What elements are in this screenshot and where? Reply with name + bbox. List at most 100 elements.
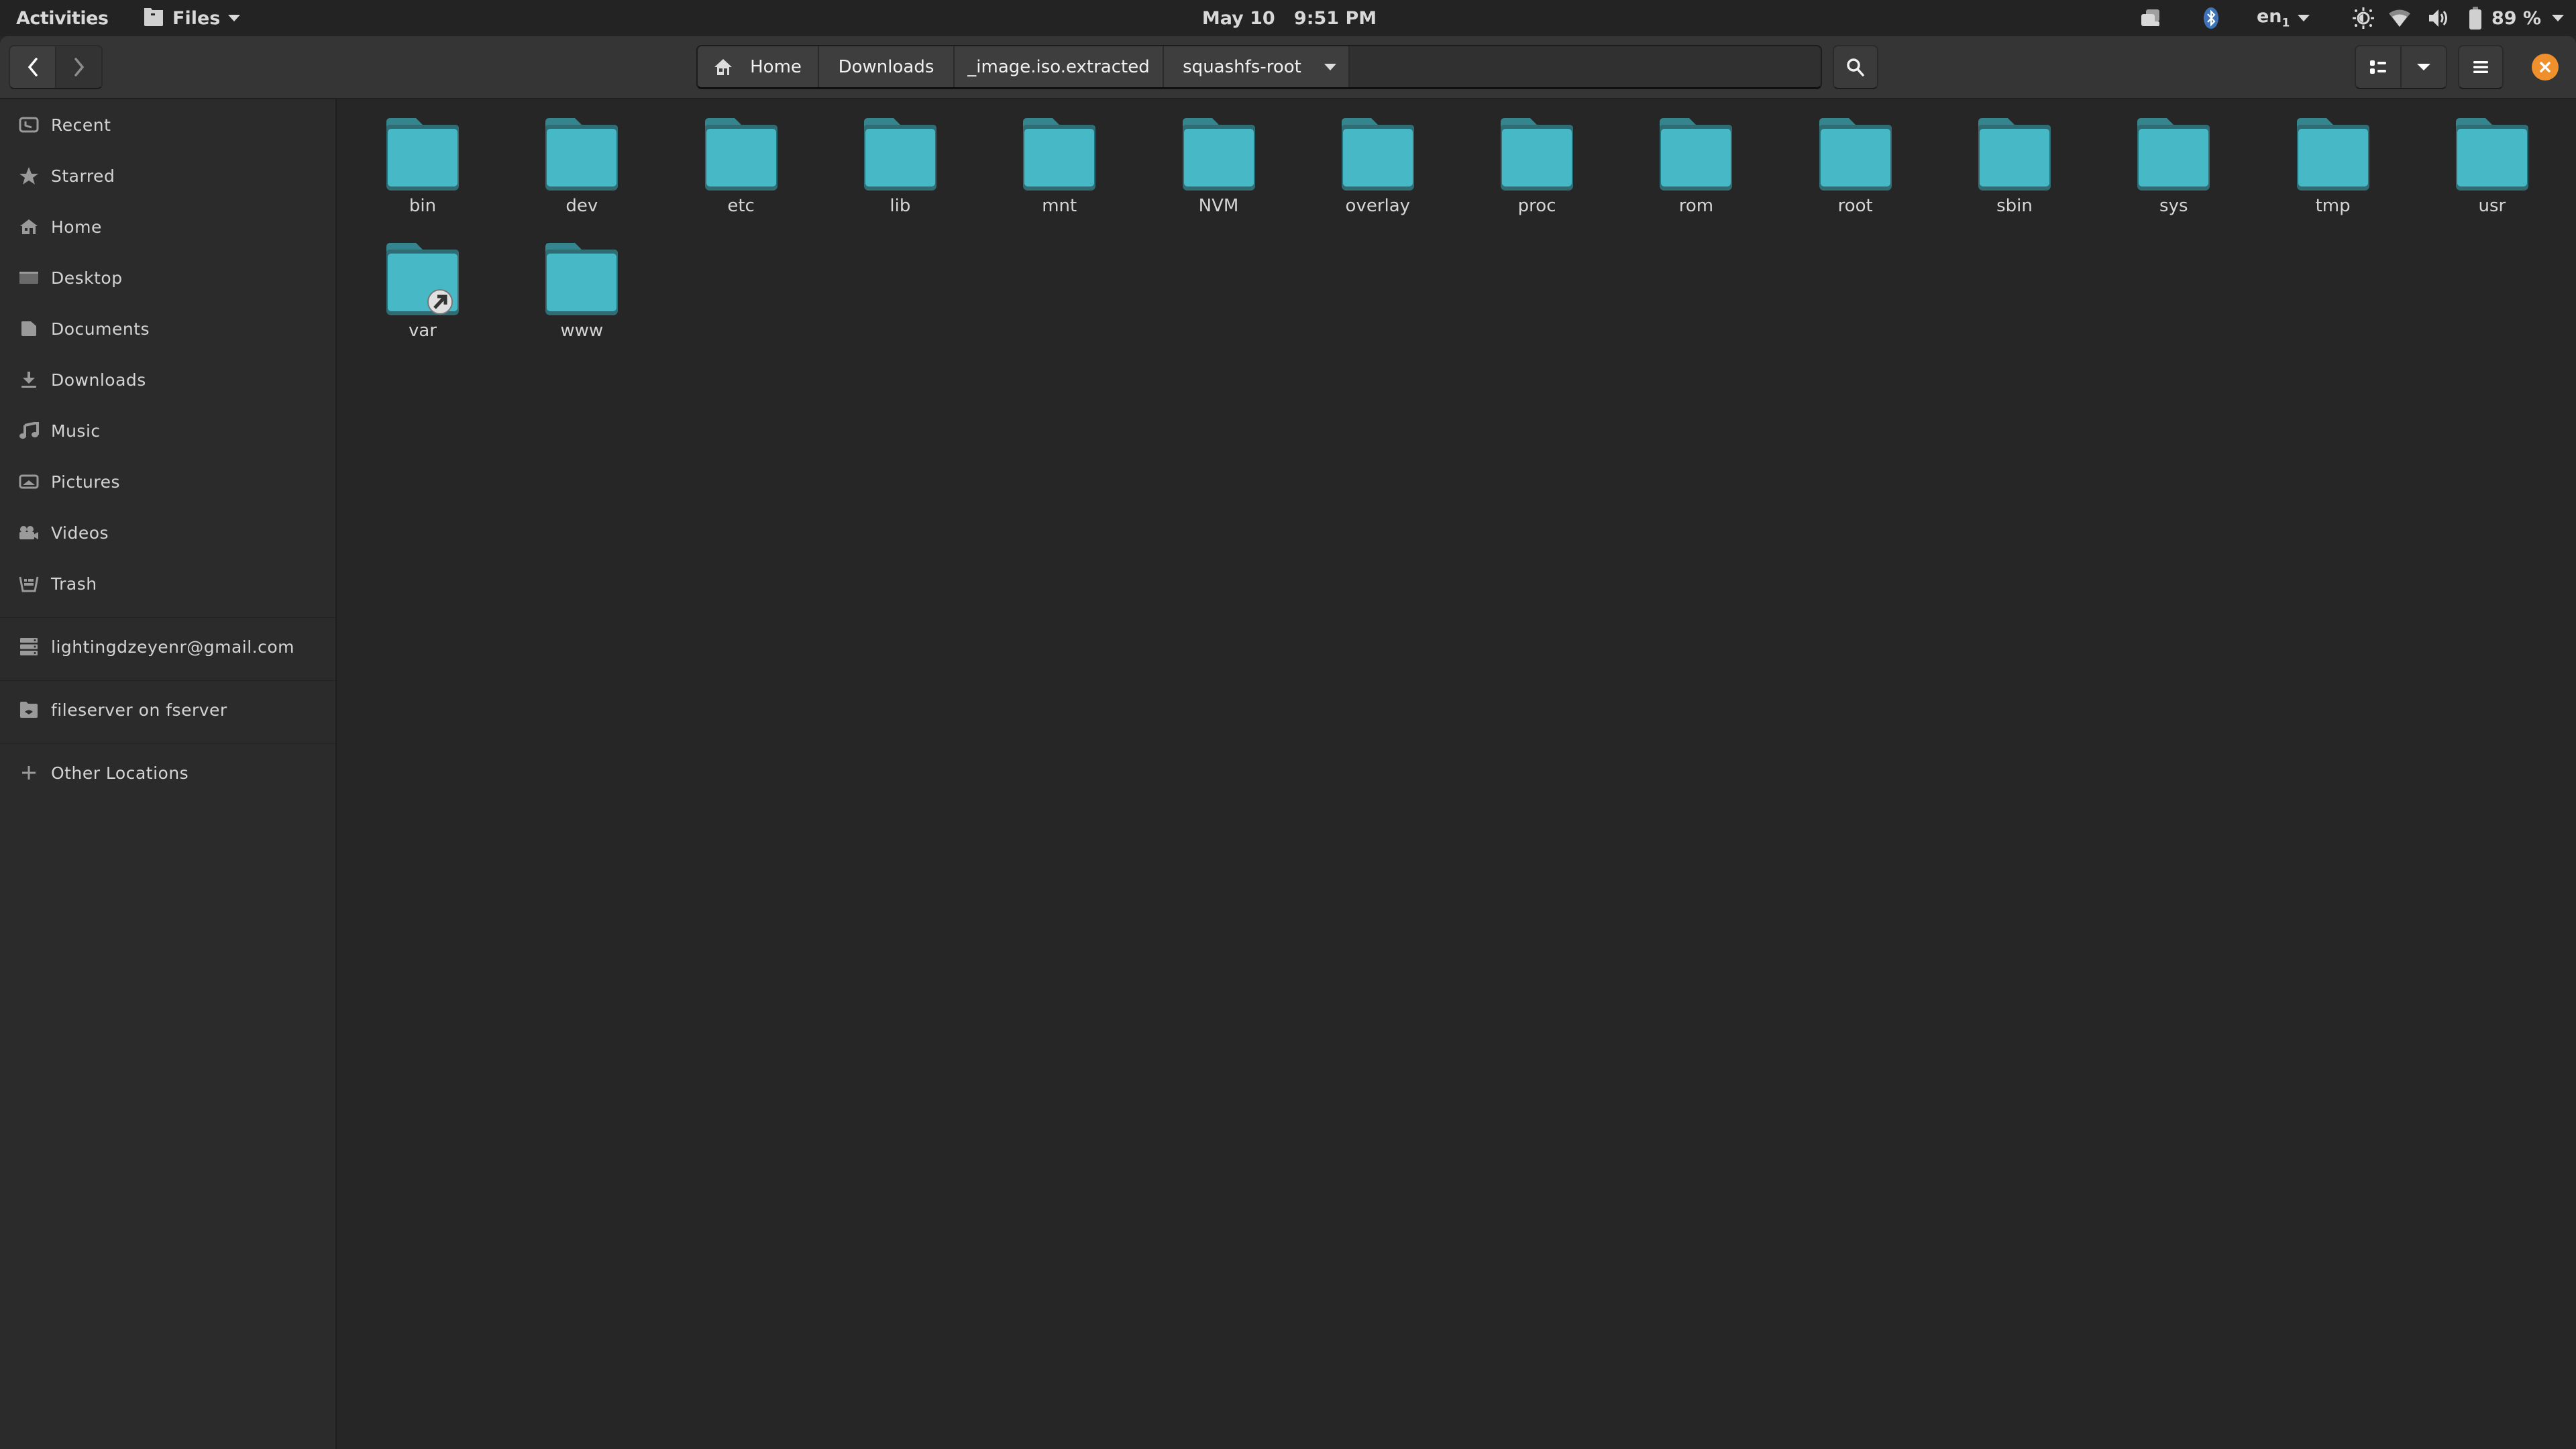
hamburger-menu-icon <box>2473 61 2488 73</box>
battery-icon[interactable] <box>2467 0 2483 36</box>
view-options-button[interactable] <box>2402 46 2446 88</box>
path-bar: Home Downloads _image.iso.extracted squa… <box>696 45 1822 89</box>
sidebar-item-label: Downloads <box>51 370 146 390</box>
star-icon <box>19 166 39 186</box>
folder-item[interactable]: etc <box>674 118 808 232</box>
forward-button[interactable] <box>56 46 101 88</box>
folder-icon <box>545 118 619 191</box>
sidebar-item-label: Pictures <box>51 472 120 492</box>
chevron-down-icon <box>2298 15 2310 21</box>
keyboard-layout-sub: 1 <box>2282 16 2290 30</box>
sidebar-item-label: Home <box>51 217 102 237</box>
sidebar-item-account[interactable]: lightingdzeyenr@gmail.com <box>0 627 335 667</box>
window-switcher-icon[interactable] <box>2139 0 2162 36</box>
chevron-down-icon <box>1324 63 1336 70</box>
folder-icon <box>1819 118 1892 191</box>
sidebar-item-label: fileserver on fserver <box>51 700 227 720</box>
sidebar-item-home[interactable]: Home <box>0 207 335 247</box>
folder-icon <box>704 118 777 191</box>
folder-icon <box>2137 118 2210 191</box>
folder-item[interactable]: sys <box>2106 118 2241 232</box>
folder-item[interactable]: www <box>515 243 649 357</box>
sidebar-item-label: Music <box>51 421 101 441</box>
activities-button[interactable]: Activities <box>16 0 109 36</box>
desktop-icon <box>19 268 39 288</box>
path-segment-label: Downloads <box>838 56 934 77</box>
sidebar-item-label: Videos <box>51 523 109 543</box>
sidebar-item-desktop[interactable]: Desktop <box>0 258 335 298</box>
main-menu-button[interactable] <box>2458 45 2504 89</box>
bluetooth-icon[interactable] <box>2202 0 2220 36</box>
folder-item[interactable]: rom <box>1629 118 1763 232</box>
path-segment-squashfs-root[interactable]: squashfs-root <box>1164 46 1350 87</box>
clock[interactable]: May 10 9:51 PM <box>1202 0 1377 36</box>
folder-icon <box>1501 118 1574 191</box>
sidebar-item-label: Other Locations <box>51 763 189 783</box>
path-segment-downloads[interactable]: Downloads <box>819 46 955 87</box>
folder-name: sbin <box>1996 196 2033 216</box>
close-window-button[interactable] <box>2532 54 2559 80</box>
folder-name: rom <box>1678 196 1714 216</box>
home-icon <box>714 58 733 75</box>
folder-icon <box>1978 118 2051 191</box>
folder-item[interactable]: sbin <box>1947 118 2082 232</box>
keyboard-layout-indicator[interactable]: en1 <box>2257 0 2310 36</box>
back-button[interactable] <box>10 46 56 88</box>
folder-item[interactable]: lib <box>833 118 967 232</box>
list-view-icon <box>2370 60 2386 74</box>
sidebar-item-pictures[interactable]: Pictures <box>0 462 335 502</box>
sidebar-item-other-locations[interactable]: Other Locations <box>0 753 335 793</box>
sidebar-item-downloads[interactable]: Downloads <box>0 360 335 400</box>
folder-item[interactable]: root <box>1788 118 1923 232</box>
path-segment-label: squashfs-root <box>1183 56 1301 77</box>
path-segment-label: Home <box>750 56 802 77</box>
folder-name: var <box>408 321 437 341</box>
folder-name: etc <box>727 196 755 216</box>
sidebar-item-starred[interactable]: Starred <box>0 156 335 196</box>
system-top-bar: Activities Files May 10 9:51 PM en1 89 % <box>0 0 2576 36</box>
sidebar-item-label: lightingdzeyenr@gmail.com <box>51 637 295 657</box>
battery-percentage: 89 % <box>2491 7 2542 29</box>
sidebar-separator <box>0 680 335 681</box>
path-segment-label: _image.iso.extracted <box>967 56 1150 77</box>
folder-item[interactable]: NVM <box>1152 118 1286 232</box>
folder-name: usr <box>2478 196 2506 216</box>
battery-menu[interactable]: 89 % <box>2491 0 2565 36</box>
chevron-down-icon <box>2417 64 2430 70</box>
sidebar-item-network-share[interactable]: fileserver on fserver <box>0 690 335 730</box>
path-segment-home[interactable]: Home <box>698 46 819 87</box>
volume-icon[interactable] <box>2427 0 2450 36</box>
folder-icon <box>1182 118 1255 191</box>
folder-item[interactable]: bin <box>356 118 490 232</box>
view-toggle-button[interactable] <box>2356 46 2402 88</box>
folder-icon <box>386 243 459 315</box>
navigation-buttons <box>9 45 103 89</box>
folder-item[interactable]: dev <box>515 118 649 232</box>
folder-item[interactable]: overlay <box>1311 118 1445 232</box>
folder-icon <box>1660 118 1733 191</box>
brightness-icon[interactable] <box>2352 0 2375 36</box>
clock-icon <box>19 115 39 135</box>
sidebar-item-music[interactable]: Music <box>0 411 335 451</box>
sidebar-item-documents[interactable]: Documents <box>0 309 335 349</box>
folder-name: dev <box>566 196 598 216</box>
app-menu-label: Files <box>172 7 221 29</box>
sidebar-item-trash[interactable]: Trash <box>0 564 335 604</box>
wifi-icon[interactable] <box>2388 0 2411 36</box>
folder-item[interactable]: usr <box>2425 118 2559 232</box>
sidebar-item-recent[interactable]: Recent <box>0 105 335 145</box>
app-menu[interactable]: Files <box>143 0 241 36</box>
trash-icon <box>19 574 39 594</box>
picture-icon <box>19 472 39 492</box>
folder-item[interactable]: tmp <box>2266 118 2400 232</box>
sidebar-item-videos[interactable]: Videos <box>0 513 335 553</box>
path-segment-image-iso-extracted[interactable]: _image.iso.extracted <box>955 46 1164 87</box>
sidebar-item-label: Trash <box>51 574 97 594</box>
folder-item[interactable]: mnt <box>992 118 1126 232</box>
search-button[interactable] <box>1833 45 1878 89</box>
path-bar-empty-area[interactable] <box>1350 46 1821 87</box>
folder-item[interactable]: var <box>356 243 490 357</box>
server-icon <box>19 637 39 657</box>
view-buttons <box>2355 45 2447 89</box>
folder-item[interactable]: proc <box>1470 118 1604 232</box>
